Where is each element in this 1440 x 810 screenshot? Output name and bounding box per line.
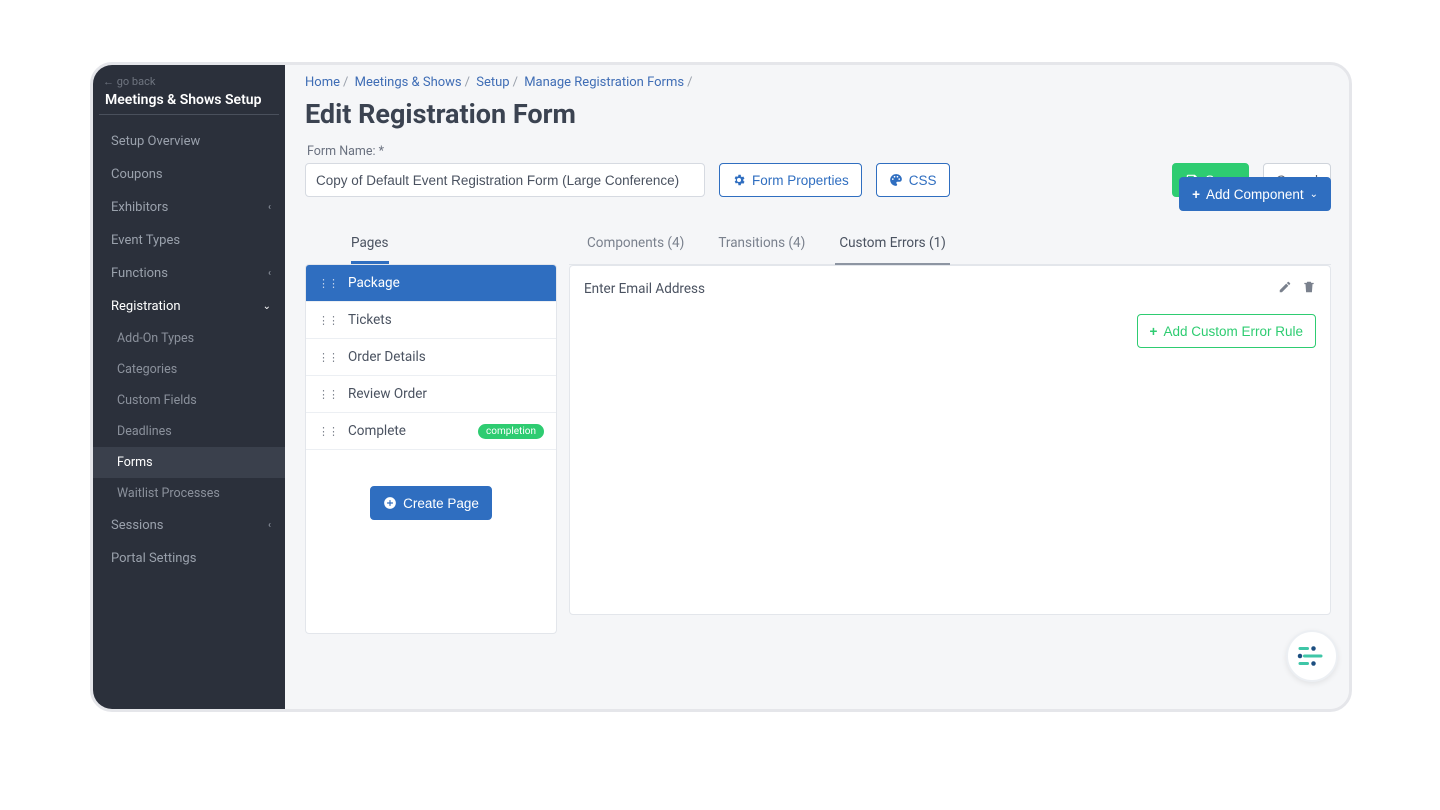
page-item-label: Review Order	[348, 386, 427, 402]
sidebar-item-sessions[interactable]: Sessions ‹	[93, 509, 285, 542]
go-back-link[interactable]: ← go back	[93, 75, 285, 90]
chevron-left-icon: ‹	[268, 520, 271, 531]
sidebar-subitem-custom-fields[interactable]: Custom Fields	[93, 385, 285, 416]
sidebar-item-registration[interactable]: Registration ⌄	[93, 290, 285, 323]
form-properties-button[interactable]: Form Properties	[719, 163, 862, 197]
create-page-wrap: Create Page	[306, 450, 556, 556]
button-label: CSS	[909, 173, 937, 188]
chevron-left-icon: ‹	[268, 268, 271, 279]
chat-help-fab[interactable]	[1286, 630, 1338, 682]
page-title: Edit Registration Form	[305, 98, 1331, 144]
detail-column: + Add Component ⌄ Components (4) Transit…	[569, 225, 1331, 615]
error-rule-actions	[1278, 280, 1316, 298]
tab-components[interactable]: Components (4)	[583, 225, 688, 264]
nav-label: Setup Overview	[111, 134, 200, 149]
sidebar-item-coupons[interactable]: Coupons	[93, 158, 285, 191]
chat-help-icon	[1297, 644, 1327, 668]
drag-handle-icon[interactable]: ⋮⋮	[318, 425, 338, 438]
pages-list: ⋮⋮ Package ⋮⋮ Tickets ⋮⋮ Order Details ⋮…	[305, 264, 557, 634]
page-item-label: Tickets	[348, 312, 392, 328]
breadcrumb: Home/ Meetings & Shows/ Setup/ Manage Re…	[305, 75, 1331, 98]
page-item-order-details[interactable]: ⋮⋮ Order Details	[306, 339, 556, 376]
chevron-left-icon: ‹	[268, 202, 271, 213]
nav-label: Registration	[111, 299, 181, 314]
form-toolbar: Form Name: * Form Properties CSS Save Ca…	[305, 144, 1331, 197]
drag-handle-icon[interactable]: ⋮⋮	[318, 351, 338, 364]
button-label: Add Component	[1206, 187, 1304, 202]
nav-label: Portal Settings	[111, 551, 196, 566]
gear-icon	[732, 173, 746, 187]
plus-icon: +	[1150, 324, 1158, 339]
button-label: Add Custom Error Rule	[1163, 324, 1303, 339]
pages-tab[interactable]: Pages	[351, 225, 389, 264]
sidebar-item-exhibitors[interactable]: Exhibitors ‹	[93, 191, 285, 224]
drag-handle-icon[interactable]: ⋮⋮	[318, 388, 338, 401]
breadcrumb-meetings[interactable]: Meetings & Shows	[355, 75, 462, 90]
tab-transitions[interactable]: Transitions (4)	[714, 225, 809, 264]
page-item-label: Package	[348, 275, 400, 291]
chevron-down-icon: ⌄	[263, 301, 271, 312]
custom-errors-panel: Enter Email Address +	[569, 265, 1331, 615]
app-frame: ← go back Meetings & Shows Setup Setup O…	[90, 62, 1352, 712]
sidebar-subitem-deadlines[interactable]: Deadlines	[93, 416, 285, 447]
page-item-tickets[interactable]: ⋮⋮ Tickets	[306, 302, 556, 339]
error-rule-row: Enter Email Address	[584, 280, 1316, 314]
completion-badge: completion	[478, 424, 544, 439]
page-item-label: Complete	[348, 423, 406, 439]
pages-column: Pages ⋮⋮ Package ⋮⋮ Tickets ⋮⋮ Order Det…	[305, 225, 557, 634]
nav-label: Coupons	[111, 167, 163, 182]
breadcrumb-setup[interactable]: Setup	[476, 75, 509, 90]
nav-label: Exhibitors	[111, 200, 168, 215]
add-custom-error-rule-button[interactable]: + Add Custom Error Rule	[1137, 314, 1316, 348]
drag-handle-icon[interactable]: ⋮⋮	[318, 277, 338, 290]
breadcrumb-home[interactable]: Home	[305, 75, 340, 90]
error-rule-label: Enter Email Address	[584, 281, 705, 297]
plus-icon: +	[1192, 187, 1200, 202]
button-label: Create Page	[403, 496, 479, 511]
button-label: Form Properties	[752, 173, 849, 188]
sidebar-subitem-waitlist[interactable]: Waitlist Processes	[93, 478, 285, 509]
form-name-group: Form Name: *	[305, 144, 705, 197]
detail-tabs: Components (4) Transitions (4) Custom Er…	[569, 225, 1331, 265]
css-button[interactable]: CSS	[876, 163, 950, 197]
drag-handle-icon[interactable]: ⋮⋮	[318, 314, 338, 327]
delete-icon[interactable]	[1302, 280, 1316, 298]
breadcrumb-manage-forms[interactable]: Manage Registration Forms	[524, 75, 684, 90]
sidebar-subitem-forms[interactable]: Forms	[93, 447, 285, 478]
tab-custom-errors[interactable]: Custom Errors (1)	[835, 225, 950, 265]
nav-label: Functions	[111, 266, 168, 281]
sidebar-subitem-categories[interactable]: Categories	[93, 354, 285, 385]
add-component-button[interactable]: + Add Component ⌄	[1179, 177, 1331, 211]
sidebar-item-setup-overview[interactable]: Setup Overview	[93, 125, 285, 158]
sidebar-title: Meetings & Shows Setup	[99, 90, 279, 115]
main-content: Home/ Meetings & Shows/ Setup/ Manage Re…	[285, 65, 1349, 709]
sidebar-item-event-types[interactable]: Event Types	[93, 224, 285, 257]
page-item-label: Order Details	[348, 349, 426, 365]
sidebar-item-functions[interactable]: Functions ‹	[93, 257, 285, 290]
add-component-wrap: + Add Component ⌄	[1179, 177, 1331, 211]
workspace: Pages ⋮⋮ Package ⋮⋮ Tickets ⋮⋮ Order Det…	[305, 225, 1331, 634]
sidebar: ← go back Meetings & Shows Setup Setup O…	[93, 65, 285, 709]
palette-icon	[889, 173, 903, 187]
nav-label: Sessions	[111, 518, 164, 533]
edit-icon[interactable]	[1278, 280, 1292, 298]
page-item-complete[interactable]: ⋮⋮ Complete completion	[306, 413, 556, 450]
page-item-review-order[interactable]: ⋮⋮ Review Order	[306, 376, 556, 413]
sidebar-subitem-addon-types[interactable]: Add-On Types	[93, 323, 285, 354]
create-page-button[interactable]: Create Page	[370, 486, 492, 520]
form-name-input[interactable]	[305, 163, 705, 197]
sidebar-item-portal-settings[interactable]: Portal Settings	[93, 542, 285, 575]
page-item-package[interactable]: ⋮⋮ Package	[306, 265, 556, 302]
add-rule-wrap: + Add Custom Error Rule	[584, 314, 1316, 348]
chevron-down-icon: ⌄	[1310, 189, 1318, 200]
form-name-label: Form Name: *	[307, 144, 705, 159]
nav-label: Event Types	[111, 233, 180, 248]
plus-circle-icon	[383, 496, 397, 510]
